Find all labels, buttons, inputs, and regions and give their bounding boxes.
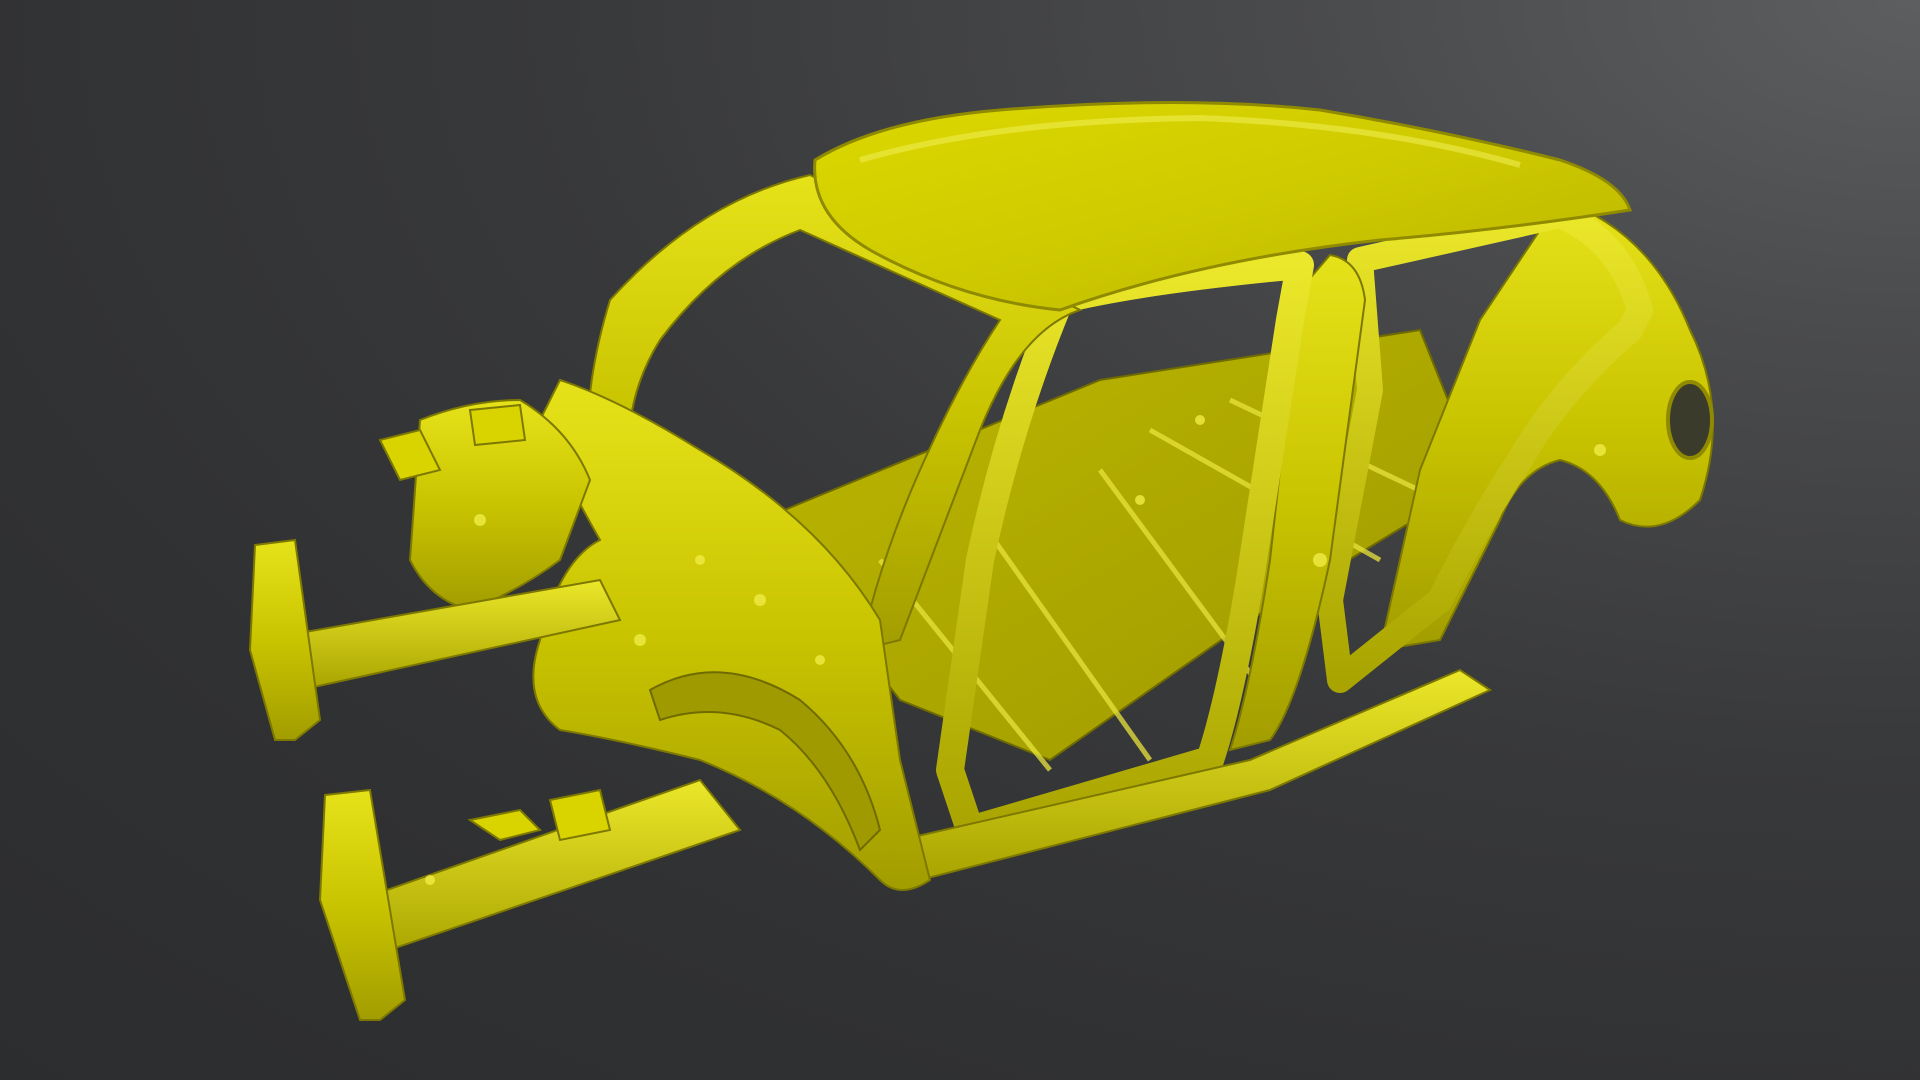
tail-light-opening [1666, 380, 1714, 460]
car-body-model[interactable] [0, 0, 1920, 1080]
bumper-mount-upper [248, 538, 322, 741]
3d-viewport[interactable] [0, 0, 1920, 1080]
